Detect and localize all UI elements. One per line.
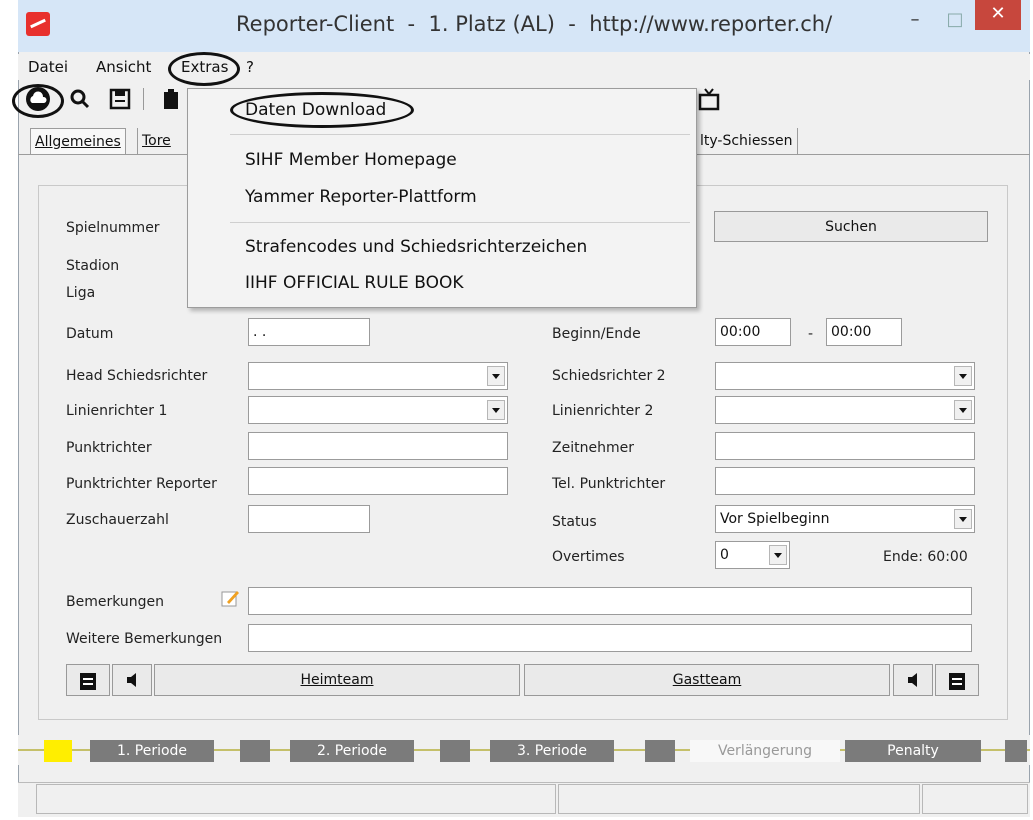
zuschauerzahl-input[interactable] <box>248 505 370 533</box>
status-cell-1 <box>36 784 556 814</box>
punktrichter-reporter-input[interactable] <box>248 467 508 495</box>
punktrichter-label: Punktrichter <box>66 440 152 456</box>
weitere-bemerkungen-input[interactable] <box>248 624 972 652</box>
beginn-time-input[interactable]: 00:00 <box>715 318 791 346</box>
linienrichter2-select[interactable] <box>715 396 975 424</box>
phase-gap-3 <box>645 740 675 762</box>
cloud-download-icon[interactable] <box>25 86 51 112</box>
chevron-down-icon[interactable] <box>954 509 972 529</box>
bemerkungen-input[interactable] <box>248 587 972 615</box>
phase-gap-2 <box>440 740 470 762</box>
menu-separator <box>230 222 690 223</box>
status-value: Vor Spielbeginn <box>720 511 830 527</box>
gast-lineup-button[interactable] <box>935 664 979 696</box>
schiedsrichter2-select[interactable] <box>715 362 975 390</box>
status-cell-2 <box>558 784 920 814</box>
save-icon[interactable] <box>107 86 133 112</box>
chevron-down-icon[interactable] <box>769 545 787 565</box>
menu-datei[interactable]: Datei <box>28 58 68 76</box>
phase-gap-end <box>1005 740 1027 762</box>
tab-penalty-schiessen[interactable]: lty-Schiessen <box>696 128 798 154</box>
chevron-down-icon[interactable] <box>487 366 505 386</box>
bemerkungen-label: Bemerkungen <box>66 594 165 610</box>
linienrichter1-label: Linienrichter 1 <box>66 403 168 419</box>
head-schiedsrichter-label: Head Schiedsrichter <box>66 368 208 384</box>
phase-active-indicator <box>44 740 72 762</box>
speaker-icon <box>127 673 136 687</box>
clipboard-icon[interactable] <box>158 86 184 112</box>
head-schiedsrichter-select[interactable] <box>248 362 508 390</box>
menu-item-sihf-homepage[interactable]: SIHF Member Homepage <box>245 150 457 170</box>
menu-help[interactable]: ? <box>246 58 254 76</box>
linienrichter1-select[interactable] <box>248 396 508 424</box>
minimize-button[interactable]: – <box>895 6 935 36</box>
overtimes-value: 0 <box>720 547 729 563</box>
phase-1-periode[interactable]: 1. Periode <box>90 740 214 762</box>
zuschauerzahl-label: Zuschauerzahl <box>66 512 169 528</box>
beginn-ende-label: Beginn/Ende <box>552 326 641 342</box>
daten-download-highlight-circle <box>230 92 414 128</box>
phase-3-periode[interactable]: 3. Periode <box>490 740 614 762</box>
overtimes-label: Overtimes <box>552 549 625 565</box>
punktrichter-reporter-label: Punktrichter Reporter <box>66 476 217 492</box>
ende-time-input[interactable]: 00:00 <box>826 318 902 346</box>
spielnummer-label: Spielnummer <box>66 220 160 236</box>
close-button[interactable]: ✕ <box>975 0 1021 30</box>
speaker-icon <box>908 673 917 687</box>
window-title: Reporter-Client - 1. Platz (AL) - http:/… <box>236 12 833 36</box>
edit-note-icon[interactable] <box>220 588 240 608</box>
status-label: Status <box>552 514 597 530</box>
status-cell-3 <box>922 784 1028 814</box>
phase-penalty[interactable]: Penalty <box>845 740 981 762</box>
menu-item-strafencodes[interactable]: Strafencodes und Schiedsrichterzeichen <box>245 237 587 257</box>
chevron-down-icon[interactable] <box>954 366 972 386</box>
zeitnehmer-input[interactable] <box>715 432 975 460</box>
weitere-bemerkungen-label: Weitere Bemerkungen <box>66 631 223 647</box>
gastteam-button[interactable]: Gastteam <box>524 664 890 696</box>
menu-separator <box>230 134 690 135</box>
schiedsrichter2-label: Schiedsrichter 2 <box>552 368 666 384</box>
status-select[interactable]: Vor Spielbeginn <box>715 505 975 533</box>
time-separator: - <box>808 326 814 342</box>
menu-item-iihf-rulebook[interactable]: IIHF OFFICIAL RULE BOOK <box>245 273 463 293</box>
chevron-down-icon[interactable] <box>487 400 505 420</box>
tv-icon[interactable] <box>696 86 722 112</box>
tab-allgemeines[interactable]: Allgemeines <box>30 128 126 155</box>
phase-verlaengerung[interactable]: Verlängerung <box>690 740 840 762</box>
heimteam-button[interactable]: Heimteam <box>154 664 520 696</box>
extras-highlight-circle <box>168 52 240 86</box>
tab-tore[interactable]: Tore <box>137 128 175 154</box>
phase-2-periode[interactable]: 2. Periode <box>290 740 414 762</box>
toolbar-separator <box>143 88 144 110</box>
phase-gap-1 <box>240 740 270 762</box>
stadion-label: Stadion <box>66 258 120 274</box>
suchen-button[interactable]: Suchen <box>714 211 988 242</box>
list-icon <box>949 673 965 690</box>
overtimes-select[interactable]: 0 <box>715 541 790 569</box>
search-icon[interactable] <box>67 86 93 112</box>
liga-label: Liga <box>66 285 96 301</box>
heim-goal-button[interactable] <box>112 664 152 696</box>
maximize-button[interactable]: □ <box>935 6 975 36</box>
linienrichter2-label: Linienrichter 2 <box>552 403 654 419</box>
datum-label: Datum <box>66 326 114 342</box>
heim-lineup-button[interactable] <box>66 664 110 696</box>
gast-goal-button[interactable] <box>893 664 933 696</box>
datum-input[interactable]: . . <box>248 318 370 346</box>
ende-time-label: Ende: 60:00 <box>883 549 968 565</box>
list-icon <box>80 673 96 690</box>
zeitnehmer-label: Zeitnehmer <box>552 440 634 456</box>
chevron-down-icon[interactable] <box>954 400 972 420</box>
punktrichter-input[interactable] <box>248 432 508 460</box>
menu-ansicht[interactable]: Ansicht <box>96 58 151 76</box>
tel-punktrichter-label: Tel. Punktrichter <box>552 476 666 492</box>
tel-punktrichter-input[interactable] <box>715 467 975 495</box>
app-logo-icon <box>26 12 50 36</box>
menu-item-yammer[interactable]: Yammer Reporter-Plattform <box>245 187 477 207</box>
